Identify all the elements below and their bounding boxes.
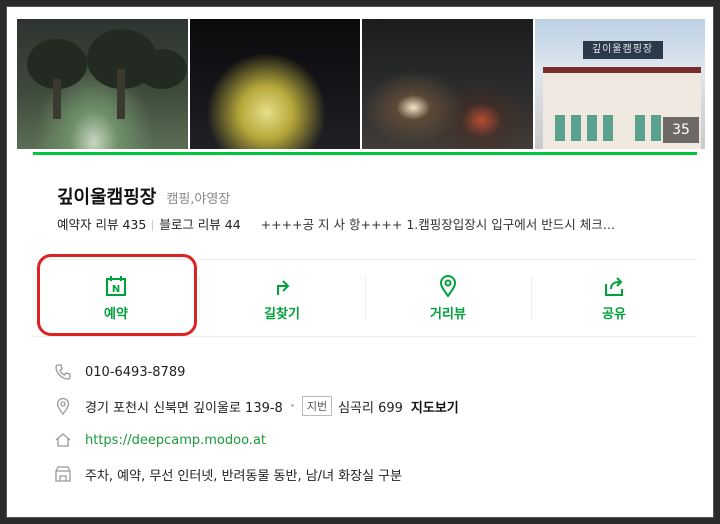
street-view-pin-icon — [439, 274, 457, 297]
address-row: 경기 포천시 신북면 깊이울로 139-8 지번 심곡리 699 지도보기 — [53, 389, 683, 423]
directions-arrow-icon — [277, 279, 290, 295]
notice-text[interactable]: ++++공 지 사 항++++ 1.캠핑장입장시 입구에서 반드시 체크… — [261, 217, 616, 232]
photo-building[interactable]: 깊이울캠핑장 35 — [534, 19, 705, 149]
jibun-address: 심곡리 699 — [338, 400, 403, 416]
location-pin-icon — [53, 396, 73, 416]
reserve-highlight-outline — [37, 254, 197, 336]
amenities-text: 주차, 예약, 무선 인터넷, 반려동물 동반, 남/녀 화장실 구분 — [85, 468, 403, 484]
jibun-badge: 지번 — [301, 396, 333, 416]
road-address: 경기 포천시 신북면 깊이울로 139-8 — [85, 400, 283, 416]
photo-night-trees[interactable] — [17, 19, 188, 149]
store-icon — [53, 464, 73, 484]
amenities-row: 주차, 예약, 무선 인터넷, 반려동물 동반, 남/녀 화장실 구분 — [53, 457, 683, 491]
review-summary: 예약자 리뷰 435 블로그 리뷰 44 ++++공 지 사 항++++ 1.캠핑장… — [57, 214, 677, 233]
place-card: 깊이울캠핑장 캠핑,야영장 예약자 리뷰 435 블로그 리뷰 44 ++++공 지… — [33, 152, 697, 517]
photo-tent[interactable] — [189, 19, 360, 149]
home-icon — [53, 430, 73, 450]
phone-number[interactable]: 010-6493-8789 — [85, 365, 185, 380]
phone-row: 010-6493-8789 — [53, 355, 683, 389]
place-title[interactable]: 깊이울캠핑장 — [57, 183, 156, 209]
photo-strip: 깊이울캠핑장 35 — [17, 19, 705, 149]
street-view-label: 거리뷰 — [430, 306, 466, 322]
share-button[interactable]: 공유 — [531, 260, 697, 336]
homepage-link[interactable]: https://deepcamp.modoo.at — [85, 433, 266, 448]
share-label: 공유 — [602, 306, 626, 322]
place-panel: 깊이울캠핑장 35 깊이울캠핑장 캠핑,야영장 예약자 리뷰 435 블로그 리뷰… — [6, 6, 714, 518]
place-category: 캠핑,야영장 — [166, 192, 231, 207]
blog-reviews-link[interactable]: 블로그 리뷰 44 — [159, 217, 240, 232]
directions-label: 길찾기 — [264, 306, 300, 322]
homepage-row: https://deepcamp.modoo.at — [53, 423, 683, 457]
directions-button[interactable]: 길찾기 — [199, 260, 365, 336]
street-view-button[interactable]: 거리뷰 — [365, 260, 531, 336]
map-view-link[interactable]: 지도보기 — [411, 397, 459, 416]
info-list: 010-6493-8789 경기 포천시 신북면 깊이울로 139-8 지번 심… — [53, 355, 683, 491]
booking-reviews-link[interactable]: 예약자 리뷰 435 — [57, 217, 146, 232]
photo-campsite[interactable] — [362, 19, 533, 149]
share-icon — [605, 276, 623, 296]
photo-count[interactable]: 35 — [663, 117, 699, 143]
phone-icon — [53, 362, 73, 382]
building-sign: 깊이울캠핑장 — [582, 41, 663, 59]
